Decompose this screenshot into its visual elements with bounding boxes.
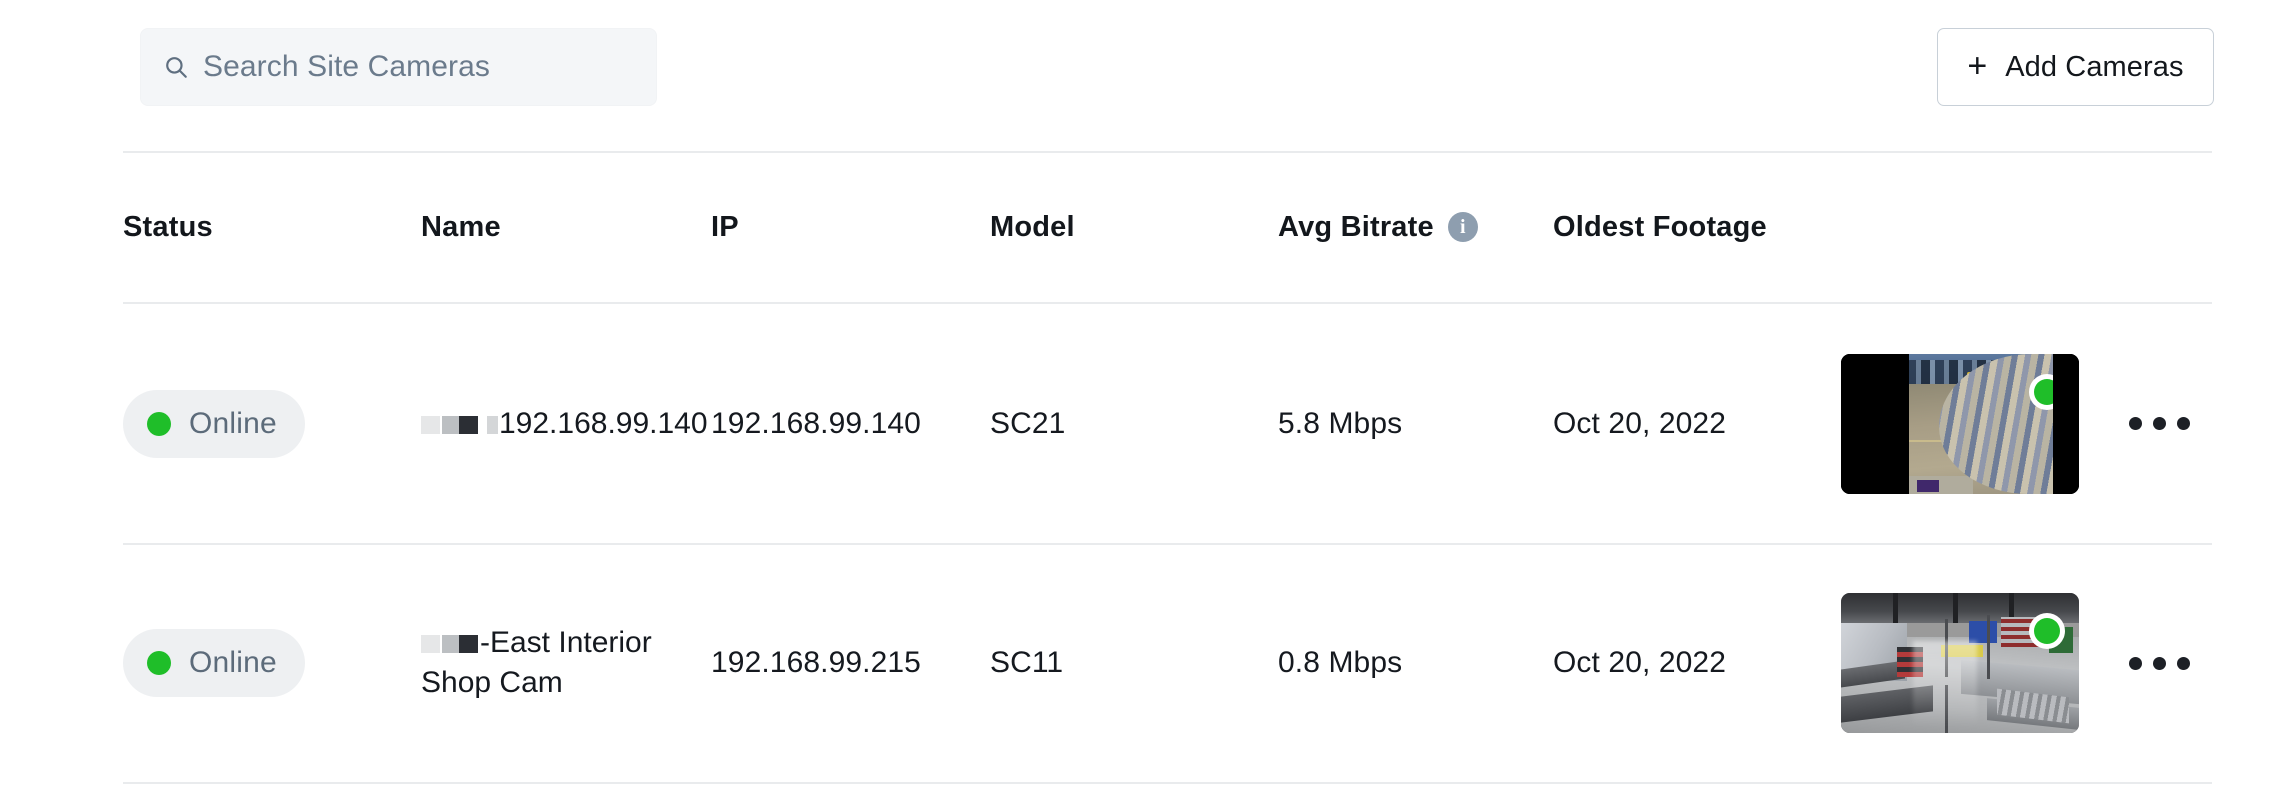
status-label: Online bbox=[189, 646, 277, 679]
column-header-model[interactable]: Model bbox=[990, 152, 1275, 302]
column-header-model-label: Model bbox=[990, 210, 1075, 243]
column-header-name[interactable]: Name bbox=[421, 152, 711, 302]
search-site-cameras-box[interactable] bbox=[140, 28, 657, 106]
info-icon[interactable]: i bbox=[1447, 212, 1478, 242]
avg-bitrate-text: Avg Bitrate bbox=[1278, 210, 1434, 243]
cameras-toolbar: + Add Cameras bbox=[0, 0, 2296, 152]
redaction-block bbox=[442, 635, 459, 654]
site-cameras-page: + Add Cameras Status Name IP Model bbox=[0, 0, 2296, 792]
column-header-status[interactable]: Status bbox=[123, 152, 303, 302]
cell-avg-bitrate: 0.8 Mbps bbox=[1278, 544, 1558, 782]
camera-thumbnail[interactable] bbox=[1841, 353, 2079, 494]
redaction-block bbox=[442, 415, 459, 434]
status-dot-icon bbox=[147, 651, 171, 675]
ellipsis-icon bbox=[2153, 417, 2166, 430]
status-badge: Online bbox=[123, 629, 305, 697]
cell-oldest-footage: Oct 20, 2022 bbox=[1553, 544, 1853, 782]
camera-ip: 192.168.99.215 bbox=[711, 646, 921, 679]
table-row[interactable]: Online 192.168.99.140 192.168.99.140 SC2… bbox=[123, 304, 2212, 543]
live-status-dot-icon bbox=[2029, 613, 2065, 649]
cell-thumbnail bbox=[1841, 304, 2101, 543]
search-input[interactable] bbox=[203, 50, 634, 84]
cell-model: SC21 bbox=[990, 304, 1275, 543]
ellipsis-icon bbox=[2177, 417, 2190, 430]
cell-model: SC11 bbox=[990, 544, 1275, 782]
camera-name-text: 192.168.99.140 bbox=[499, 406, 708, 440]
column-header-avg-bitrate-label: Avg Bitrate i bbox=[1278, 211, 1478, 244]
plus-icon: + bbox=[1967, 47, 1988, 85]
redaction-block bbox=[421, 635, 440, 654]
redaction-block bbox=[487, 415, 498, 434]
ellipsis-icon bbox=[2153, 656, 2166, 670]
row-actions-menu-button[interactable] bbox=[2121, 409, 2198, 438]
ellipsis-icon bbox=[2129, 417, 2142, 430]
camera-name: 192.168.99.140 bbox=[421, 404, 711, 444]
cell-name: -East Interior Shop Cam bbox=[421, 544, 711, 782]
camera-avg-bitrate: 0.8 Mbps bbox=[1278, 646, 1403, 679]
cell-actions bbox=[2121, 544, 2212, 782]
redaction-block bbox=[459, 635, 478, 654]
redaction-block bbox=[459, 415, 478, 434]
column-header-oldest-footage-label: Oldest Footage bbox=[1553, 210, 1767, 243]
cell-oldest-footage: Oct 20, 2022 bbox=[1553, 304, 1853, 543]
row-actions-menu-button[interactable] bbox=[2121, 649, 2198, 678]
camera-model: SC21 bbox=[990, 406, 1066, 440]
redaction-block bbox=[421, 415, 440, 434]
camera-oldest-footage: Oct 20, 2022 bbox=[1553, 406, 1726, 440]
column-header-ip-label: IP bbox=[711, 210, 739, 243]
status-dot-icon bbox=[147, 411, 171, 436]
table-row[interactable]: Online -East Interior Shop Cam 192.168.9… bbox=[123, 544, 2212, 782]
camera-oldest-footage: Oct 20, 2022 bbox=[1553, 646, 1726, 679]
camera-ip: 192.168.99.140 bbox=[711, 406, 921, 440]
cell-status: Online bbox=[123, 304, 305, 543]
search-icon bbox=[163, 54, 189, 80]
column-header-oldest-footage[interactable]: Oldest Footage bbox=[1553, 152, 1853, 302]
cell-ip: 192.168.99.140 bbox=[711, 304, 996, 543]
camera-avg-bitrate: 5.8 Mbps bbox=[1278, 406, 1403, 440]
ellipsis-icon bbox=[2177, 656, 2190, 670]
status-label: Online bbox=[189, 406, 277, 440]
column-header-status-label: Status bbox=[123, 210, 213, 243]
column-header-name-label: Name bbox=[421, 210, 501, 243]
column-header-ip[interactable]: IP bbox=[711, 152, 996, 302]
camera-name: -East Interior Shop Cam bbox=[421, 623, 711, 702]
cell-name: 192.168.99.140 bbox=[421, 304, 711, 543]
add-cameras-label: Add Cameras bbox=[2005, 50, 2184, 83]
ellipsis-icon bbox=[2129, 656, 2142, 670]
cell-actions bbox=[2121, 304, 2212, 543]
cell-thumbnail bbox=[1841, 544, 2101, 782]
cell-status: Online bbox=[123, 544, 305, 782]
camera-thumbnail[interactable] bbox=[1841, 593, 2079, 733]
cell-ip: 192.168.99.215 bbox=[711, 544, 996, 782]
divider-row-2-bottom bbox=[123, 782, 2212, 784]
cell-avg-bitrate: 5.8 Mbps bbox=[1278, 304, 1558, 543]
add-cameras-button[interactable]: + Add Cameras bbox=[1937, 28, 2214, 106]
table-header-row: Status Name IP Model Avg Bitrate i Oldes… bbox=[123, 152, 2212, 302]
status-badge: Online bbox=[123, 389, 305, 458]
camera-model: SC11 bbox=[990, 646, 1064, 679]
column-header-avg-bitrate[interactable]: Avg Bitrate i bbox=[1278, 152, 1558, 302]
